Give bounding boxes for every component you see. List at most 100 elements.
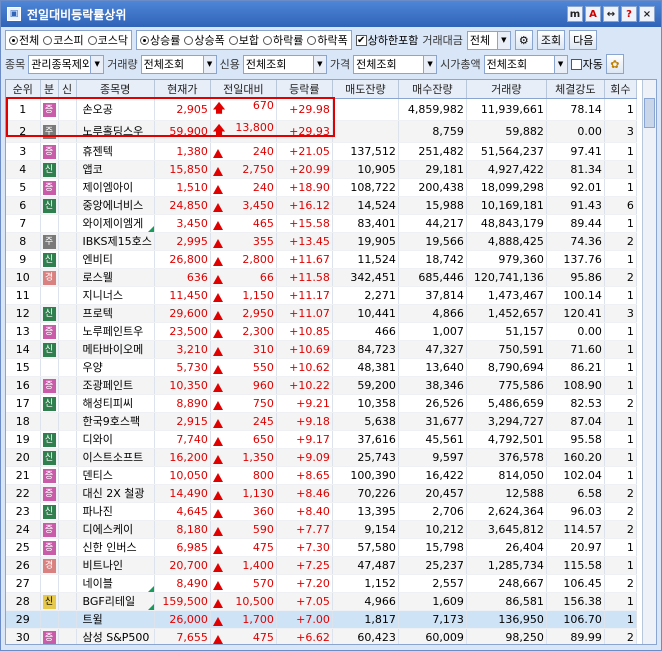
table-row[interactable]: 8 주 IBKS제15호스 2,995 355 +13.45 19,905 19,566 4,8… bbox=[6, 232, 637, 251]
volume-filter-select[interactable]: 전체조회 ▼ bbox=[140, 54, 217, 74]
cell-rate: +9.09 bbox=[276, 448, 333, 467]
market-radio-kospi[interactable]: 코스피 bbox=[43, 32, 84, 48]
column-header-price[interactable]: 현재가 bbox=[154, 80, 211, 99]
cap-filter-label: 시가총액 bbox=[440, 58, 481, 71]
table-row[interactable]: 4 신 앱코 15,850 2,750 +20.99 10,905 29,181 4,927,4… bbox=[6, 160, 637, 179]
cell-div: 증 bbox=[40, 178, 59, 197]
table-row[interactable]: 26 경 비트나인 20,700 1,400 +7.25 47,487 25,237 1,285… bbox=[6, 556, 637, 575]
column-header-change[interactable]: 전일대비 bbox=[210, 80, 277, 99]
up-triangle-icon bbox=[212, 148, 223, 158]
table-row[interactable]: 22 증 대신 2X 철광 14,490 1,130 +8.46 70,226 20,457 1… bbox=[6, 484, 637, 503]
market-radio-kosdaq[interactable]: 코스닥 bbox=[87, 32, 128, 48]
trade-amount-select[interactable]: 전체 ▼ bbox=[466, 30, 511, 50]
table-row[interactable]: 10 경 로스웰 636 66 +11.58 342,451 685,446 120,741,1… bbox=[6, 268, 637, 287]
help-button[interactable]: ? bbox=[621, 6, 637, 22]
menu-button[interactable]: m bbox=[567, 6, 583, 22]
up-triangle-icon bbox=[212, 256, 223, 266]
table-row[interactable]: 14 신 메타바이오메 3,210 310 +10.69 84,723 47,327 750,5… bbox=[6, 340, 637, 359]
cell-bid: 4,866 bbox=[398, 304, 467, 323]
table-row[interactable]: 16 증 조광페인트 10,350 960 +10.22 59,200 38,346 775,5… bbox=[6, 376, 637, 395]
cell-ask: 70,226 bbox=[332, 484, 399, 503]
cell-div: 경 bbox=[40, 268, 59, 287]
close-button[interactable]: × bbox=[639, 6, 655, 22]
flag-icon bbox=[147, 603, 154, 609]
table-row[interactable]: 17 신 해성티피씨 8,890 750 +9.21 10,358 26,526 5,486,6… bbox=[6, 394, 637, 413]
column-header-rank[interactable]: 순위 bbox=[6, 80, 41, 99]
table-row[interactable]: 7 와이제이엠게 3,450 465 +15.58 83,401 44,217 48,843,… bbox=[6, 214, 637, 233]
cell-count: 1 bbox=[604, 376, 637, 395]
table-row[interactable]: 20 신 이스트소프트 16,200 1,350 +9.09 25,743 9,597 376,… bbox=[6, 448, 637, 467]
column-header-name[interactable]: 종목명 bbox=[76, 80, 155, 99]
cell-name: 와이제이엠게 bbox=[76, 214, 155, 233]
cell-name: 앱코 bbox=[76, 160, 155, 179]
cell-name: 메타바이오메 bbox=[76, 340, 155, 359]
table-row[interactable]: 15 우양 5,730 550 +10.62 48,381 13,640 8,790,694 8… bbox=[6, 358, 637, 377]
cell-div: 주 bbox=[40, 232, 59, 251]
table-row[interactable]: 29 트윌 26,000 1,700 +7.00 1,817 7,173 136,950 106… bbox=[6, 610, 637, 629]
table-row[interactable]: 11 지니너스 11,450 1,150 +11.17 2,271 37,814 1,473,… bbox=[6, 286, 637, 305]
change-value: 2,800 bbox=[242, 252, 274, 266]
cell-strength: 91.43 bbox=[546, 196, 605, 215]
stock-filter-select[interactable]: 관리종목제외 ▼ bbox=[28, 54, 105, 74]
table-row[interactable]: 25 증 신한 인버스 6,985 475 +7.30 57,580 15,798 26,404… bbox=[6, 538, 637, 557]
table-row[interactable]: 6 신 중앙에너비스 24,850 3,450 +16.12 14,524 15,988 10,… bbox=[6, 196, 637, 215]
table-row[interactable]: 9 신 엔비티 26,800 2,800 +11.67 11,524 18,742 979,36… bbox=[6, 250, 637, 269]
column-header-bid[interactable]: 매수잔량 bbox=[398, 80, 467, 99]
table-row[interactable]: 1 증 손오공 2,905 🡅 670 +29.98 4,859,982 11,939,661 7… bbox=[6, 98, 637, 121]
rate-radio-rise-rate[interactable]: 상승률 bbox=[140, 32, 180, 48]
change-value: 590 bbox=[252, 522, 274, 536]
cell-change: 550 bbox=[210, 358, 277, 377]
cell-volume: 5,486,659 bbox=[466, 394, 547, 413]
table-row[interactable]: 5 증 제이엠아이 1,510 240 +18.90 108,722 200,438 18,09… bbox=[6, 178, 637, 197]
table-row[interactable]: 13 증 노루페인트우 23,500 2,300 +10.85 466 1,007 51,157… bbox=[6, 322, 637, 341]
cell-rank: 14 bbox=[6, 340, 41, 359]
column-header-credit[interactable]: 신 bbox=[58, 80, 77, 99]
table-row[interactable]: 3 증 휴젠텍 1,380 240 +21.05 137,512 251,482 51,564,… bbox=[6, 142, 637, 161]
up-triangle-icon bbox=[212, 508, 223, 518]
table-row[interactable]: 28 신 BGF리테일 159,500 10,500 +7.05 4,966 1,609 86,… bbox=[6, 592, 637, 611]
column-header-rate[interactable]: 등락률 bbox=[276, 80, 333, 99]
column-header-div[interactable]: 분 bbox=[40, 80, 59, 99]
market-radio-all[interactable]: 전체 bbox=[9, 32, 39, 48]
rate-radio-rise-amount[interactable]: 상승폭 bbox=[184, 32, 225, 48]
settings-button[interactable]: ⚙ bbox=[514, 30, 533, 50]
up-triangle-icon bbox=[212, 562, 223, 572]
scroll-thumb[interactable] bbox=[644, 98, 655, 128]
column-header-count[interactable]: 회수 bbox=[604, 80, 637, 99]
table-row[interactable]: 21 증 덴티스 10,050 800 +8.65 100,390 16,422 814,050… bbox=[6, 466, 637, 485]
next-button[interactable]: 다음 bbox=[569, 30, 598, 50]
cell-ask: 57,580 bbox=[332, 538, 399, 557]
cap-filter-select[interactable]: 전체조회 ▼ bbox=[483, 54, 568, 74]
change-value: 2,300 bbox=[242, 324, 274, 338]
table-row[interactable]: 18 한국9호스팩 2,915 245 +9.18 5,638 31,677 3,294,72… bbox=[6, 412, 637, 431]
cell-ask: 100,390 bbox=[332, 466, 399, 485]
table-row[interactable]: 19 신 디와이 7,740 650 +9.17 37,616 45,561 4,792,501… bbox=[6, 430, 637, 449]
table-row[interactable]: 30 증 삼성 S&P500 7,655 475 +6.62 60,423 60,009 98,… bbox=[6, 628, 637, 644]
limit-checkbox[interactable]: ✔ 상하한포함 bbox=[355, 32, 418, 48]
table-row[interactable]: 27 네이블 8,490 570 +7.20 1,152 2,557 248,667 106.4… bbox=[6, 574, 637, 593]
column-header-ask[interactable]: 매도잔량 bbox=[332, 80, 399, 99]
font-button[interactable]: A bbox=[585, 6, 601, 22]
cell-price: 10,050 bbox=[154, 466, 211, 485]
table-row[interactable]: 23 신 파나진 4,645 360 +8.40 13,395 2,706 2,624,364 9… bbox=[6, 502, 637, 521]
cell-strength: 20.97 bbox=[546, 538, 605, 557]
search-button[interactable]: 조회 bbox=[536, 30, 566, 50]
cell-rank: 30 bbox=[6, 628, 41, 644]
credit-filter-select[interactable]: 전체조회 ▼ bbox=[242, 54, 327, 74]
rate-radio-fall-rate[interactable]: 하락률 bbox=[263, 32, 303, 48]
column-header-volume[interactable]: 거래량 bbox=[466, 80, 547, 99]
auto-checkbox[interactable]: 자동 bbox=[570, 56, 603, 72]
change-value: 2,950 bbox=[242, 306, 274, 320]
table-row[interactable]: 2 주 노루홀딩스우 59,900 🡅 13,800 +29.93 8,759 59,882 0.… bbox=[6, 120, 637, 143]
vertical-scrollbar[interactable] bbox=[642, 80, 656, 644]
column-header-strength[interactable]: 체결강도 bbox=[546, 80, 605, 99]
rate-radio-fall-amount[interactable]: 하락폭 bbox=[307, 32, 348, 48]
table-row[interactable]: 24 증 디에스케이 8,180 590 +7.77 9,154 10,212 3,645,81… bbox=[6, 520, 637, 539]
cell-count: 1 bbox=[604, 160, 637, 179]
options-button[interactable]: ✿ bbox=[605, 54, 624, 74]
price-filter-select[interactable]: 전체조회 ▼ bbox=[353, 54, 438, 74]
rate-radio-flat[interactable]: 보합 bbox=[228, 32, 259, 48]
link-button[interactable]: ↔ bbox=[603, 6, 619, 22]
cell-bid: 2,706 bbox=[398, 502, 467, 521]
table-row[interactable]: 12 신 프로텍 29,600 2,950 +11.07 10,441 4,866 1,452,… bbox=[6, 304, 637, 323]
